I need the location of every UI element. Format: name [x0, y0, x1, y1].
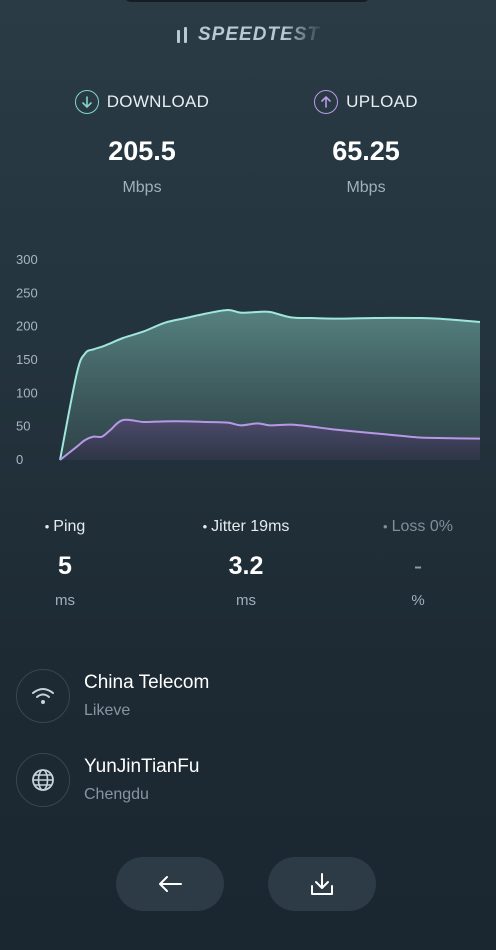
server-name: YunJinTianFu	[84, 756, 200, 777]
upload-label: UPLOAD	[346, 92, 418, 111]
jitter-value: 3.2	[228, 552, 264, 580]
ping-unit: ms	[55, 592, 75, 609]
download-tray-icon	[311, 873, 333, 895]
y-tick-label: 50	[16, 419, 30, 434]
status-pill	[124, 0, 370, 2]
isp-sub: Likeve	[84, 702, 131, 719]
globe-icon	[16, 753, 70, 807]
arrow-left-icon	[159, 876, 182, 892]
ping-label: Ping	[53, 518, 86, 535]
upload-result: UPLOAD 65.25 Mbps	[266, 88, 466, 197]
download-unit: Mbps	[122, 179, 162, 196]
y-tick-label: 200	[16, 319, 38, 334]
back-button[interactable]	[116, 857, 224, 911]
y-tick-label: 250	[16, 285, 38, 300]
server-sub: Chengdu	[84, 786, 149, 803]
y-tick-label: 300	[16, 252, 38, 267]
isp-row: China Telecom Likeve	[16, 668, 476, 724]
download-label: DOWNLOAD	[106, 92, 210, 111]
brand-name: SPEEDTEST	[198, 24, 320, 45]
upload-unit: Mbps	[346, 179, 386, 196]
loss-unit: %	[411, 592, 425, 609]
arrow-up-icon	[314, 90, 339, 114]
save-result-button[interactable]	[268, 857, 376, 911]
download-result: DOWNLOAD 205.5 Mbps	[42, 88, 242, 197]
app-brand: SPEEDTEST	[0, 22, 496, 48]
arrow-down-icon	[74, 90, 99, 114]
loss-stat: • Loss 0% - %	[348, 518, 488, 609]
loss-value: -	[413, 552, 423, 580]
server-row: YunJinTianFu Chengdu	[16, 752, 476, 808]
isp-name: China Telecom	[84, 672, 210, 693]
speed-chart: 300 250 200 150 100 50 0	[16, 252, 481, 467]
y-tick-label: 0	[16, 452, 23, 467]
jitter-unit: ms	[236, 592, 256, 609]
loss-label: Loss 0%	[391, 518, 453, 535]
upload-value: 65.25	[332, 136, 400, 166]
speedtest-logo-icon	[177, 27, 187, 43]
jitter-stat: • Jitter 19ms 3.2 ms	[176, 518, 316, 609]
y-tick-label: 150	[16, 352, 38, 367]
download-value: 205.5	[108, 136, 176, 166]
jitter-label: Jitter 19ms	[211, 518, 290, 535]
ping-value: 5	[58, 552, 72, 580]
y-tick-label: 100	[16, 385, 38, 400]
ping-stat: • Ping 5 ms	[0, 518, 135, 609]
wifi-icon	[16, 669, 70, 723]
